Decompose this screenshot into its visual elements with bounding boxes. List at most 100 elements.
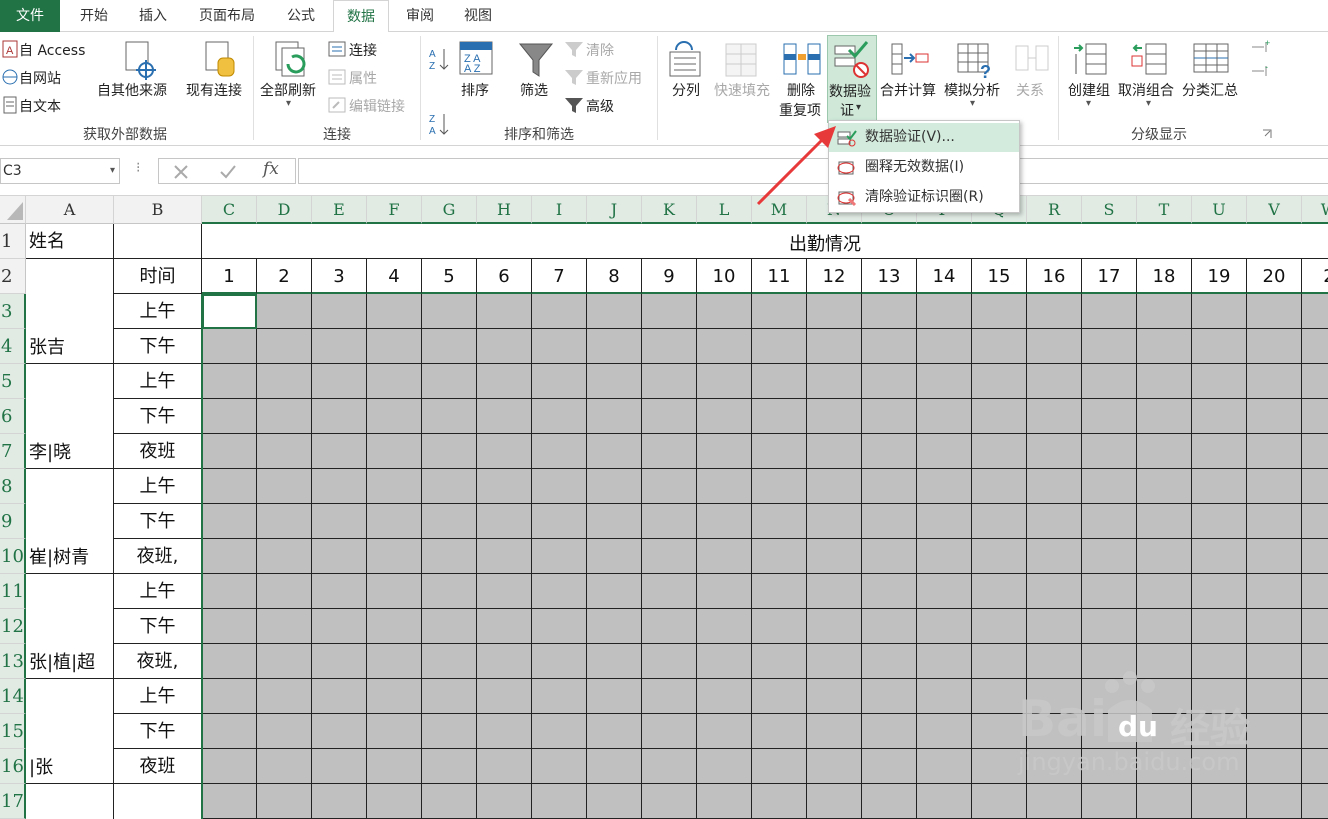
attendance-cell[interactable] bbox=[1192, 539, 1247, 574]
attendance-cell[interactable] bbox=[367, 749, 422, 784]
attendance-cell[interactable] bbox=[1192, 329, 1247, 364]
attendance-cell[interactable] bbox=[587, 714, 642, 749]
day-header[interactable]: 4 bbox=[367, 259, 422, 294]
attendance-cell[interactable] bbox=[202, 644, 257, 679]
attendance-cell[interactable] bbox=[587, 574, 642, 609]
select-all-corner[interactable] bbox=[0, 196, 26, 224]
attendance-cell[interactable] bbox=[1302, 539, 1328, 574]
attendance-cell[interactable] bbox=[587, 679, 642, 714]
attendance-cell[interactable] bbox=[697, 749, 752, 784]
tab-review[interactable]: 审阅 bbox=[394, 0, 446, 32]
attendance-cell[interactable] bbox=[532, 574, 587, 609]
name-cell[interactable]: 崔|树青 bbox=[26, 469, 114, 574]
time-cell[interactable]: 上午 bbox=[114, 679, 202, 714]
attendance-cell[interactable] bbox=[752, 644, 807, 679]
attendance-cell[interactable] bbox=[477, 504, 532, 539]
name-box[interactable]: C3 ▾ bbox=[0, 158, 120, 184]
attendance-cell[interactable] bbox=[367, 399, 422, 434]
time-cell[interactable]: 上午 bbox=[114, 574, 202, 609]
attendance-cell[interactable] bbox=[697, 574, 752, 609]
attendance-cell[interactable] bbox=[1137, 609, 1192, 644]
attendance-cell[interactable] bbox=[862, 784, 917, 819]
attendance-cell[interactable] bbox=[587, 504, 642, 539]
attendance-cell[interactable] bbox=[697, 784, 752, 819]
attendance-cell[interactable] bbox=[257, 714, 312, 749]
row-header[interactable]: 7 bbox=[0, 434, 26, 469]
attendance-cell[interactable] bbox=[752, 749, 807, 784]
name-cell[interactable]: 张|植|超 bbox=[26, 574, 114, 679]
column-header[interactable]: K bbox=[642, 196, 697, 224]
attendance-cell[interactable] bbox=[312, 504, 367, 539]
attendance-cell[interactable] bbox=[1247, 469, 1302, 504]
attendance-cell[interactable] bbox=[1192, 784, 1247, 819]
attendance-cell[interactable] bbox=[972, 644, 1027, 679]
name-cell[interactable]: |张 bbox=[26, 679, 114, 784]
attendance-cell[interactable] bbox=[752, 714, 807, 749]
attendance-cell[interactable] bbox=[587, 784, 642, 819]
attendance-cell[interactable] bbox=[367, 434, 422, 469]
attendance-cell[interactable] bbox=[1082, 609, 1137, 644]
tab-view[interactable]: 视图 bbox=[452, 0, 504, 32]
day-header[interactable]: 11 bbox=[752, 259, 807, 294]
attendance-cell[interactable] bbox=[202, 329, 257, 364]
attendance-cell[interactable] bbox=[642, 329, 697, 364]
insert-function-icon[interactable]: fx bbox=[263, 159, 279, 179]
attendance-cell[interactable] bbox=[1247, 504, 1302, 539]
attendance-cell[interactable] bbox=[972, 399, 1027, 434]
attendance-cell[interactable] bbox=[972, 364, 1027, 399]
time-cell[interactable]: 下午 bbox=[114, 714, 202, 749]
attendance-cell[interactable] bbox=[1302, 609, 1328, 644]
attendance-cell[interactable] bbox=[1192, 574, 1247, 609]
row-header[interactable]: 16 bbox=[0, 749, 26, 784]
attendance-cell[interactable] bbox=[1192, 364, 1247, 399]
time-cell[interactable]: 夜班, bbox=[114, 539, 202, 574]
tab-formulas[interactable]: 公式 bbox=[274, 0, 328, 32]
attendance-cell[interactable] bbox=[312, 294, 367, 329]
attendance-cell[interactable] bbox=[1137, 539, 1192, 574]
column-header[interactable]: J bbox=[587, 196, 642, 224]
day-header[interactable]: 14 bbox=[917, 259, 972, 294]
attendance-cell[interactable] bbox=[422, 294, 477, 329]
attendance-cell[interactable] bbox=[367, 504, 422, 539]
attendance-cell[interactable] bbox=[1192, 609, 1247, 644]
attendance-cell[interactable] bbox=[862, 644, 917, 679]
attendance-cell[interactable] bbox=[1027, 469, 1082, 504]
attendance-cell[interactable] bbox=[752, 399, 807, 434]
attendance-cell[interactable] bbox=[807, 539, 862, 574]
attendance-cell[interactable] bbox=[477, 714, 532, 749]
attendance-cell[interactable] bbox=[697, 399, 752, 434]
attendance-cell[interactable] bbox=[697, 504, 752, 539]
time-cell[interactable]: 上午 bbox=[114, 364, 202, 399]
attendance-cell[interactable] bbox=[312, 574, 367, 609]
day-header[interactable]: 13 bbox=[862, 259, 917, 294]
attendance-cell[interactable] bbox=[1192, 294, 1247, 329]
time-cell[interactable]: 下午 bbox=[114, 399, 202, 434]
row-header[interactable]: 8 bbox=[0, 469, 26, 504]
attendance-cell[interactable] bbox=[532, 714, 587, 749]
attendance-cell[interactable] bbox=[1082, 364, 1137, 399]
attendance-cell[interactable] bbox=[1302, 784, 1328, 819]
attendance-cell[interactable] bbox=[752, 539, 807, 574]
attendance-cell[interactable] bbox=[312, 644, 367, 679]
attendance-cell[interactable] bbox=[1302, 714, 1328, 749]
day-header[interactable]: 12 bbox=[807, 259, 862, 294]
attendance-cell[interactable] bbox=[422, 749, 477, 784]
attendance-cell[interactable] bbox=[1082, 784, 1137, 819]
attendance-cell[interactable] bbox=[367, 364, 422, 399]
attendance-cell[interactable] bbox=[917, 329, 972, 364]
attendance-cell[interactable] bbox=[917, 504, 972, 539]
day-header[interactable]: 18 bbox=[1137, 259, 1192, 294]
time-cell[interactable]: 夜班 bbox=[114, 434, 202, 469]
attendance-cell[interactable] bbox=[862, 679, 917, 714]
day-header[interactable]: 19 bbox=[1192, 259, 1247, 294]
attendance-cell[interactable] bbox=[917, 469, 972, 504]
attendance-cell[interactable] bbox=[1302, 469, 1328, 504]
attendance-cell[interactable] bbox=[202, 714, 257, 749]
attendance-cell[interactable] bbox=[422, 644, 477, 679]
cell[interactable] bbox=[114, 224, 202, 259]
row-header[interactable]: 12 bbox=[0, 609, 26, 644]
attendance-cell[interactable] bbox=[1247, 574, 1302, 609]
attendance-cell[interactable] bbox=[477, 294, 532, 329]
attendance-cell[interactable] bbox=[257, 469, 312, 504]
attendance-cell[interactable] bbox=[312, 539, 367, 574]
